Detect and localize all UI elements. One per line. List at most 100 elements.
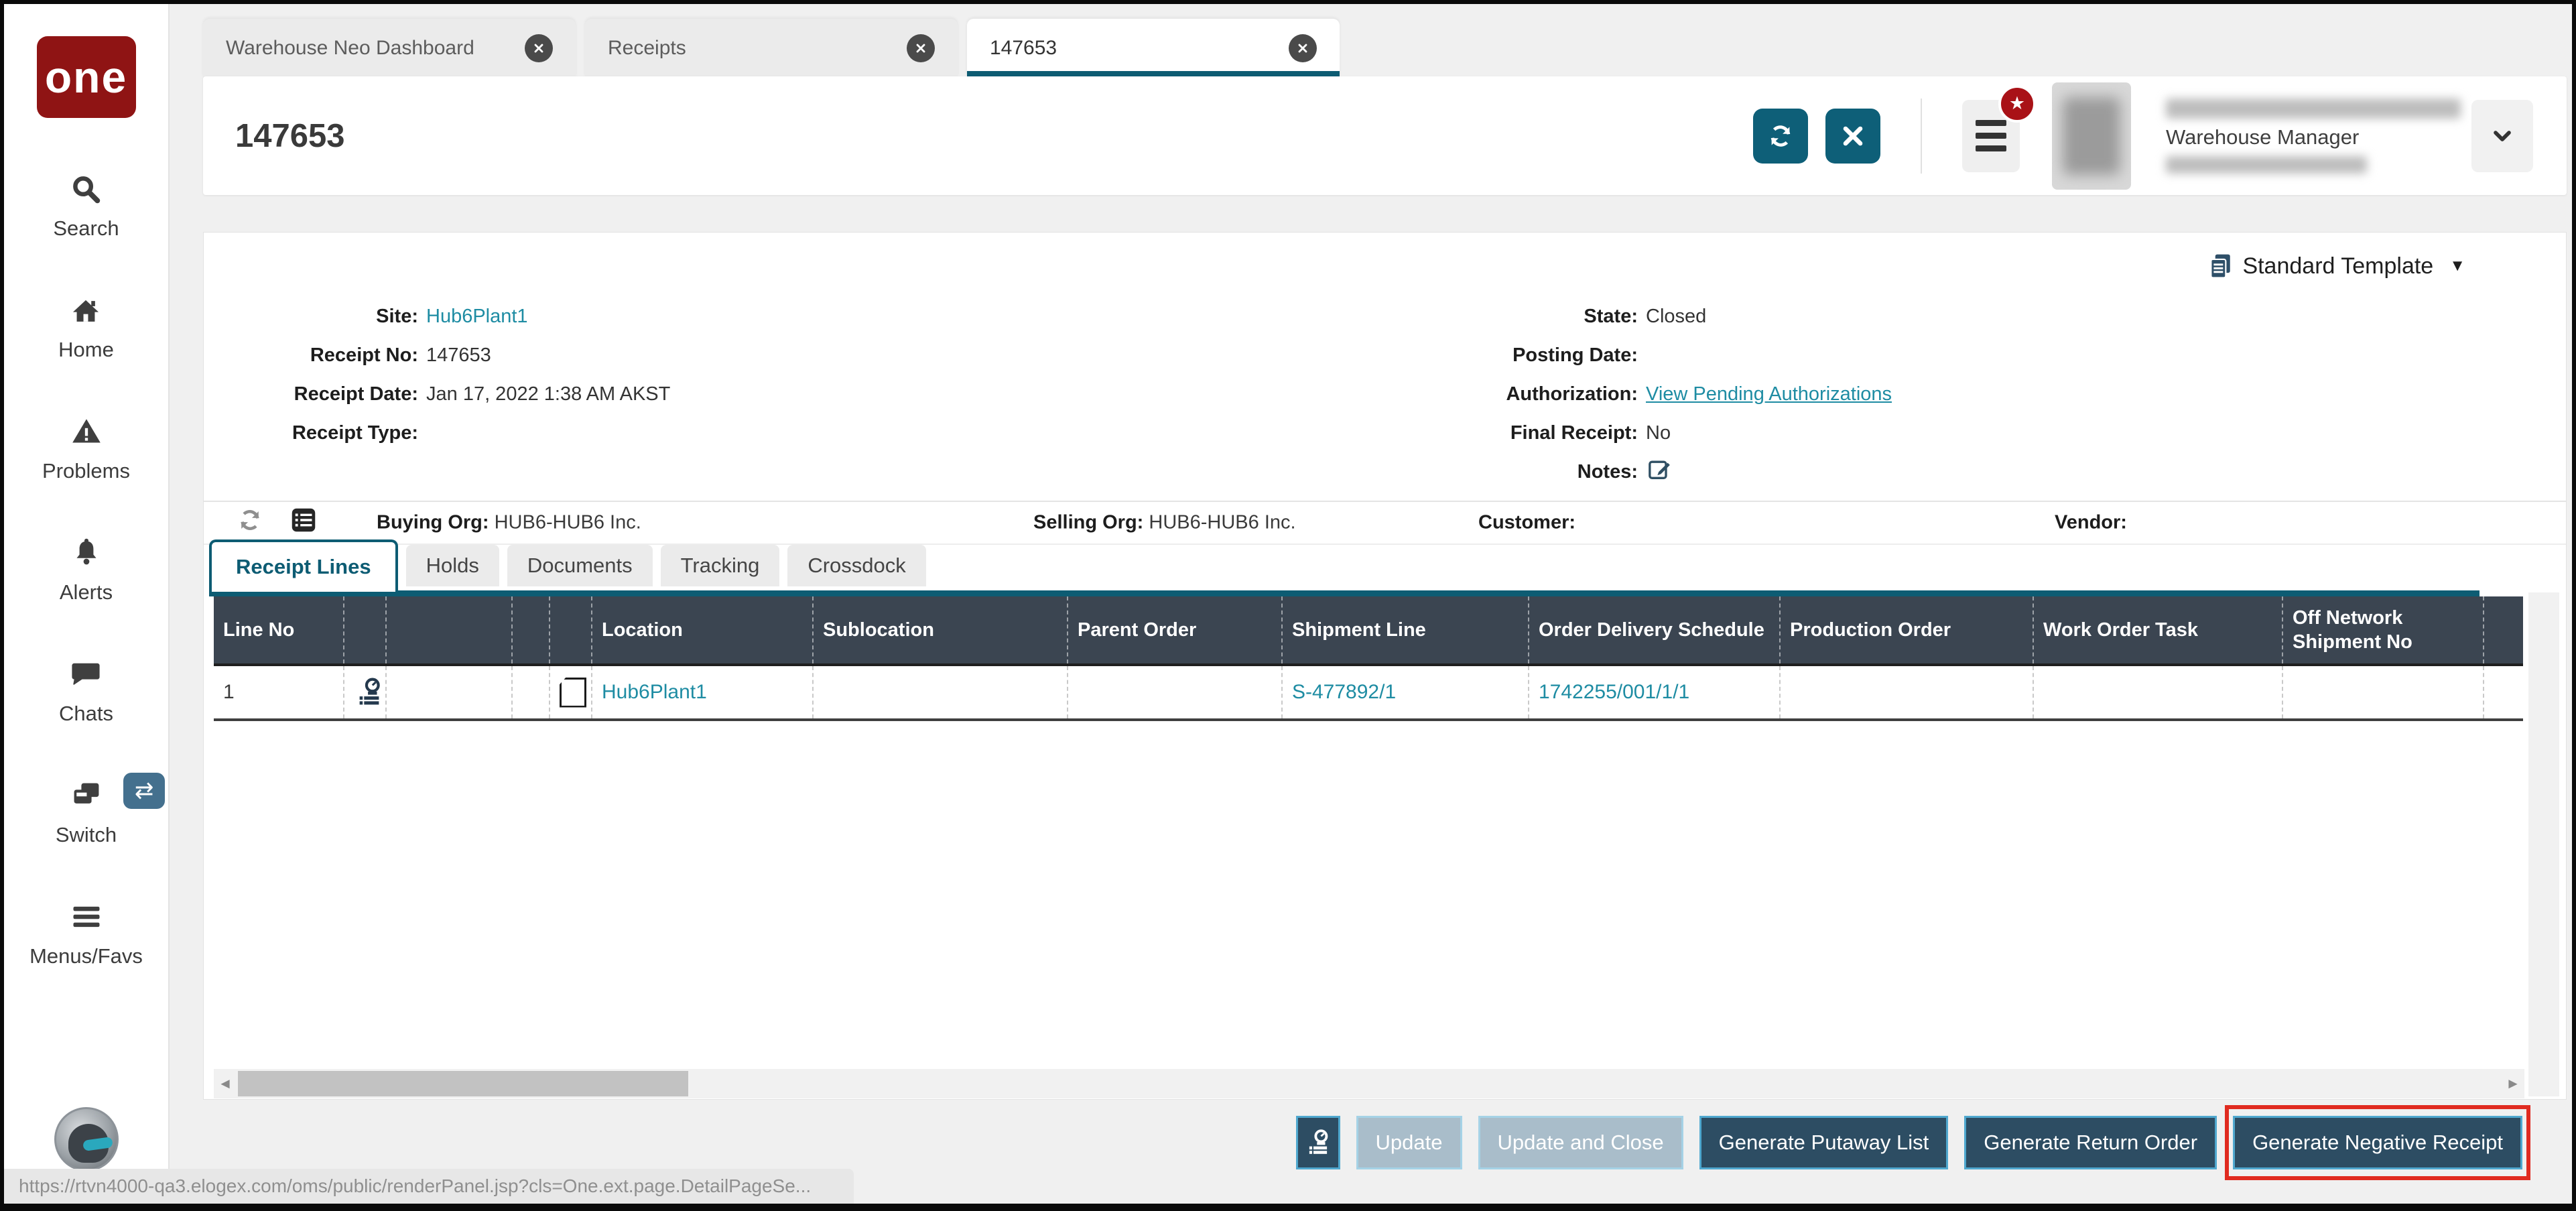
col-blank-2 <box>387 596 513 663</box>
col-parent-order[interactable]: Parent Order <box>1068 596 1283 663</box>
close-icon[interactable] <box>1289 34 1317 62</box>
tab-warehouse-neo-dashboard[interactable]: Warehouse Neo Dashboard <box>203 19 576 78</box>
order-delivery-schedule-link[interactable]: 1742255/001/1/1 <box>1539 681 1689 704</box>
customer: Customer: <box>1478 512 1575 534</box>
bell-icon <box>69 535 104 574</box>
receipt-lines-table: Line No Location Sublocation Parent Orde… <box>214 596 2523 721</box>
authorization-label: Authorization: <box>1316 383 1638 405</box>
search-icon <box>68 172 103 210</box>
cell-order-delivery-schedule: 1742255/001/1/1 <box>1529 666 1781 718</box>
tab-label: 147653 <box>990 37 1057 60</box>
receipt-no-value: 147653 <box>426 344 491 367</box>
table-row[interactable]: 1 Hub6Plant1 S-477892/1 1742255/001/1/1 <box>214 666 2523 721</box>
state-label: State: <box>1316 306 1638 328</box>
close-icon[interactable] <box>907 34 935 62</box>
tab-label: Receipts <box>608 37 686 60</box>
list-view-icon[interactable] <box>288 505 319 541</box>
receipt-date-label: Receipt Date: <box>210 383 418 405</box>
scale-gauge-icon <box>1304 1129 1332 1157</box>
receipt-no-label: Receipt No: <box>210 344 418 367</box>
user-meta: Warehouse Manager <box>2166 99 2454 174</box>
subtab-documents[interactable]: Documents <box>507 545 653 586</box>
close-icon <box>1838 121 1868 151</box>
vertical-scrollbar[interactable] <box>2528 592 2559 1096</box>
main-area: Warehouse Neo Dashboard Receipts 147653 … <box>171 4 2572 1204</box>
row-checkbox-cell <box>550 666 592 718</box>
user-menu-dropdown[interactable] <box>2471 100 2533 172</box>
chevron-down-icon <box>2489 123 2516 149</box>
col-location[interactable]: Location <box>592 596 814 663</box>
cell-cutoff <box>2484 666 2523 718</box>
refresh-icon <box>1766 121 1795 151</box>
scroll-left-arrow[interactable]: ◄ <box>214 1075 237 1092</box>
sidebar-item-chats[interactable]: Chats <box>59 657 113 726</box>
status-bar: https://rtvn4000-qa3.elogex.com/oms/publ… <box>4 1169 854 1204</box>
close-panel-button[interactable] <box>1825 109 1880 164</box>
posting-date-label: Posting Date: <box>1316 344 1638 367</box>
notifications-menu-button[interactable]: ★ <box>1962 100 2020 172</box>
row-checkbox[interactable] <box>560 678 586 708</box>
refresh-button[interactable] <box>1753 109 1808 164</box>
notes-label: Notes: <box>1316 461 1638 483</box>
tab-receipts[interactable]: Receipts <box>585 19 958 78</box>
site-link[interactable]: Hub6Plant1 <box>426 306 528 327</box>
tab-bar: Warehouse Neo Dashboard Receipts 147653 <box>203 19 1340 78</box>
sidebar-item-alerts[interactable]: Alerts <box>60 535 113 604</box>
scale-gauge-button[interactable] <box>1296 1116 1340 1169</box>
notes-edit-icon[interactable] <box>1646 456 1673 488</box>
sidebar-item-switch[interactable]: Switch ⇄ <box>56 778 117 847</box>
generate-negative-receipt-button[interactable]: Generate Negative Receipt <box>2233 1116 2522 1169</box>
one-logo-text: one <box>45 55 127 99</box>
subtab-receipt-lines[interactable]: Receipt Lines <box>209 539 398 592</box>
cell-production-order <box>1781 666 2034 718</box>
col-sublocation[interactable]: Sublocation <box>814 596 1068 663</box>
col-work-order-task[interactable]: Work Order Task <box>2034 596 2283 663</box>
col-line-no[interactable]: Line No <box>214 596 344 663</box>
highlighted-button-wrap: Generate Negative Receipt <box>2233 1116 2522 1169</box>
switch-badge-icon[interactable]: ⇄ <box>123 773 165 809</box>
generate-return-order-button[interactable]: Generate Return Order <box>1964 1116 2217 1169</box>
shipment-line-link[interactable]: S-477892/1 <box>1292 681 1396 704</box>
template-copy-icon <box>2206 251 2236 281</box>
sidebar-item-menus-favs[interactable]: Menus/Favs <box>29 899 143 968</box>
sidebar-item-search[interactable]: Search <box>53 172 119 241</box>
refresh-grid-icon[interactable] <box>236 506 264 539</box>
scroll-right-arrow[interactable]: ► <box>2502 1075 2524 1092</box>
update-button[interactable]: Update <box>1356 1116 1462 1169</box>
update-and-close-button[interactable]: Update and Close <box>1478 1116 1683 1169</box>
col-order-delivery-schedule[interactable]: Order Delivery Schedule <box>1529 596 1781 663</box>
user-name-redacted <box>2166 99 2461 119</box>
close-icon[interactable] <box>525 34 553 62</box>
user-org-redacted <box>2166 156 2367 174</box>
col-off-network-shipment-no[interactable]: Off Network Shipment No <box>2283 596 2484 663</box>
sidebar-item-label: Alerts <box>60 580 113 604</box>
col-blank-4 <box>550 596 592 663</box>
col-shipment-line[interactable]: Shipment Line <box>1283 596 1529 663</box>
scale-gauge-icon[interactable] <box>344 666 387 718</box>
subtab-holds[interactable]: Holds <box>406 545 499 586</box>
location-link[interactable]: Hub6Plant1 <box>602 681 707 704</box>
sidebar-item-problems[interactable]: Problems <box>42 414 130 483</box>
one-logo[interactable]: one <box>37 36 136 118</box>
col-production-order[interactable]: Production Order <box>1781 596 2034 663</box>
user-avatar[interactable] <box>2052 82 2131 190</box>
caret-down-icon: ▼ <box>2449 257 2465 275</box>
sidebar-item-home[interactable]: Home <box>58 293 114 362</box>
scrollbar-thumb[interactable] <box>238 1071 688 1096</box>
view-pending-authorizations-link[interactable]: View Pending Authorizations <box>1646 383 1892 405</box>
template-selector[interactable]: Standard Template ▼ <box>2206 251 2465 281</box>
action-bar: Update Update and Close Generate Putaway… <box>171 1112 2563 1173</box>
cell-line-no: 1 <box>214 666 344 718</box>
cell-shipment-line: S-477892/1 <box>1283 666 1529 718</box>
cell-work-order-task <box>2034 666 2283 718</box>
final-receipt-label: Final Receipt: <box>1316 422 1638 444</box>
user-avatar-bottom[interactable] <box>54 1107 119 1171</box>
horizontal-scrollbar[interactable]: ◄ ► <box>214 1069 2524 1098</box>
site-label: Site: <box>210 306 418 328</box>
subtab-tracking[interactable]: Tracking <box>661 545 780 586</box>
page-title: 147653 <box>235 117 345 155</box>
tab-147653[interactable]: 147653 <box>967 19 1340 78</box>
subtab-crossdock[interactable]: Crossdock <box>787 545 925 586</box>
receipt-date-value: Jan 17, 2022 1:38 AM AKST <box>426 383 670 405</box>
generate-putaway-list-button[interactable]: Generate Putaway List <box>1699 1116 1949 1169</box>
